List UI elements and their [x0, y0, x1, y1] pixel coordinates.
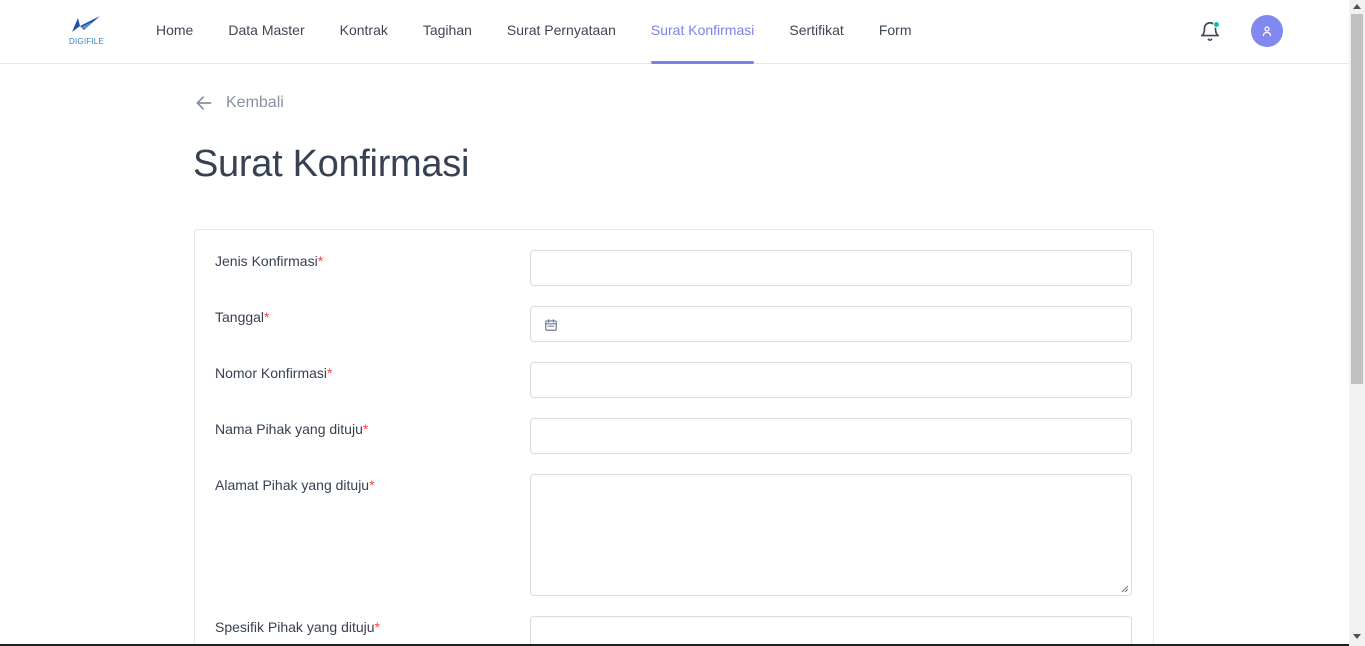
- nama-pihak-input[interactable]: [530, 418, 1132, 454]
- nav-surat-pernyataan[interactable]: Surat Pernyataan: [507, 0, 616, 64]
- calendar-icon: [545, 319, 557, 331]
- required-mark: *: [369, 477, 375, 493]
- label-text: Jenis Konfirmasi: [215, 253, 318, 269]
- required-mark: *: [327, 365, 333, 381]
- logo-mark-icon: [72, 16, 100, 32]
- vertical-scrollbar[interactable]: [1349, 0, 1365, 646]
- label-text: Spesifik Pihak yang dituju: [215, 619, 375, 635]
- required-mark: *: [374, 619, 380, 635]
- main-nav: Home Data Master Kontrak Tagihan Surat P…: [156, 0, 947, 64]
- tanggal-date-input[interactable]: [530, 306, 1132, 342]
- user-icon: [1262, 26, 1272, 37]
- field-label-jenis-konfirmasi: Jenis Konfirmasi*: [215, 253, 323, 269]
- label-text: Alamat Pihak yang dituju: [215, 477, 370, 493]
- logo-text: DIGIFILE: [69, 37, 104, 46]
- top-navbar: DIGIFILE Home Data Master Kontrak Tagiha…: [0, 0, 1349, 64]
- profile-avatar[interactable]: [1251, 15, 1283, 47]
- form-card: Jenis Konfirmasi* Tanggal* Nomor Konfirm…: [194, 229, 1154, 646]
- nav-kontrak[interactable]: Kontrak: [340, 0, 388, 64]
- nav-surat-konfirmasi[interactable]: Surat Konfirmasi: [650, 0, 755, 64]
- field-label-nomor-konfirmasi: Nomor Konfirmasi*: [215, 365, 332, 381]
- required-mark: *: [264, 309, 270, 325]
- scrollbar-thumb[interactable]: [1351, 14, 1363, 384]
- field-label-nama-pihak: Nama Pihak yang dituju*: [215, 421, 368, 437]
- label-text: Tanggal: [215, 309, 265, 325]
- nav-data-master[interactable]: Data Master: [228, 0, 304, 64]
- label-text: Nomor Konfirmasi: [215, 365, 328, 381]
- jenis-konfirmasi-input[interactable]: [530, 250, 1132, 286]
- scroll-down-arrow-icon[interactable]: [1353, 634, 1361, 639]
- alamat-pihak-textarea[interactable]: [530, 474, 1132, 596]
- field-label-alamat-pihak: Alamat Pihak yang dituju*: [215, 477, 375, 493]
- nav-sertifikat[interactable]: Sertifikat: [789, 0, 843, 64]
- field-label-spesifik-pihak: Spesifik Pihak yang dituju*: [215, 619, 380, 635]
- back-link[interactable]: Kembali: [194, 93, 284, 113]
- nav-form[interactable]: Form: [879, 0, 912, 64]
- scroll-up-arrow-icon[interactable]: [1353, 4, 1361, 9]
- required-mark: *: [362, 421, 369, 437]
- digifile-logo[interactable]: DIGIFILE: [66, 14, 106, 48]
- required-mark: *: [317, 253, 324, 269]
- back-label: Kembali: [226, 94, 284, 111]
- label-text: Nama Pihak yang dituju: [215, 421, 363, 437]
- resize-handle-icon[interactable]: [1121, 585, 1129, 593]
- arrow-left-icon: [196, 96, 212, 110]
- field-label-tanggal: Tanggal*: [215, 309, 270, 325]
- page-title: Surat Konfirmasi: [193, 143, 470, 185]
- nav-tagihan[interactable]: Tagihan: [423, 0, 472, 64]
- nomor-konfirmasi-input[interactable]: [530, 362, 1132, 398]
- spesifik-pihak-input[interactable]: [530, 616, 1132, 646]
- nav-home[interactable]: Home: [156, 0, 193, 64]
- notification-dot: [1213, 21, 1220, 28]
- notification-button[interactable]: [1199, 20, 1221, 42]
